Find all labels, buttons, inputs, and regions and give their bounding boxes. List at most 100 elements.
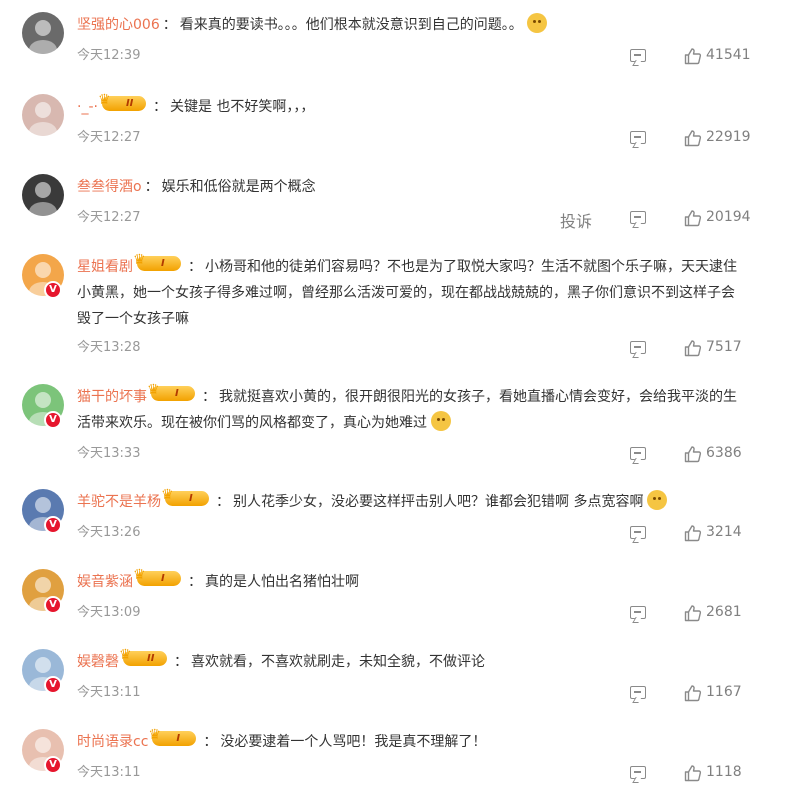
comment-body: 星姐看剧 ♛ I：小杨哥和他的徒弟们容易吗？不也是为了取悦大家吗？生活不就图个乐子嘛… xyxy=(77,252,743,332)
timestamp: 今天13:11 xyxy=(77,765,141,780)
comment-body: 娱磬磬 ♛ II：喜欢就看，不喜欢就刷走，未知全貌，不做评论 xyxy=(77,647,768,675)
level-badge-icon: ♛ I xyxy=(161,488,209,506)
comment-actions: 投诉 20194 xyxy=(500,208,760,232)
thumbs-up-icon[interactable] xyxy=(684,129,702,147)
comment-body: 娱音紫涵 ♛ I：真的是人怕出名猪怕壮啊 xyxy=(77,567,768,595)
level-badge-icon: ♛ II xyxy=(119,648,167,666)
reply-icon[interactable] xyxy=(630,766,646,779)
username-link[interactable]: 羊驼不是羊杨 xyxy=(77,494,161,510)
level-badge-icon: ♛ I xyxy=(148,728,197,746)
comment-body: 坚强的心006：看来真的要读书。。。他们根本就没意识到自己的问题。。 xyxy=(77,12,768,38)
level-badge-icon: ♛ I xyxy=(147,383,195,401)
crown-icon: ♛ xyxy=(148,727,161,743)
thumbs-up-icon[interactable] xyxy=(684,209,702,227)
level-badge-icon: ♛ II xyxy=(98,93,146,111)
username-link[interactable]: 坚强的心006 xyxy=(77,17,160,33)
reply-icon[interactable] xyxy=(630,686,646,699)
comment-line: 时尚语录cc ♛ I：没必要逮着一个人骂吧！我是真不理解了！ xyxy=(77,727,487,750)
avatar[interactable] xyxy=(22,12,64,54)
username-link[interactable]: 叁叁得酒o xyxy=(77,179,142,195)
comment-line: 叁叁得酒o：娱乐和低俗就是两个概念 xyxy=(77,179,316,195)
report-button[interactable]: 投诉 xyxy=(560,208,592,232)
avatar[interactable] xyxy=(22,94,64,136)
thumbs-up-icon[interactable] xyxy=(684,604,702,622)
level-badge-icon: ♛ I xyxy=(133,253,181,271)
like-count: 1167 xyxy=(706,684,742,700)
comment-line: 娱音紫涵 ♛ I：真的是人怕出名猪怕壮啊 xyxy=(77,567,359,590)
thumbs-up-icon[interactable] xyxy=(684,684,702,702)
comment-body: 叁叁得酒o：娱乐和低俗就是两个概念 xyxy=(77,174,768,200)
avatar[interactable] xyxy=(22,174,64,216)
comment-actions: 3214 xyxy=(500,524,760,544)
comment-text: 关键是 也不好笑啊，，， xyxy=(169,99,315,115)
comment-actions: 7517 xyxy=(500,339,760,359)
comment-actions: 1118 xyxy=(500,764,760,784)
reply-icon[interactable] xyxy=(630,211,646,224)
reply-icon[interactable] xyxy=(630,447,646,460)
emoji-icon xyxy=(647,490,668,510)
username-link[interactable]: 娱磬磬 xyxy=(77,654,119,670)
like-count: 1118 xyxy=(706,764,742,780)
crown-icon: ♛ xyxy=(97,92,111,108)
timestamp: 今天13:28 xyxy=(77,340,141,355)
comment-actions: 1167 xyxy=(500,684,760,704)
timestamp: 今天13:11 xyxy=(77,685,141,700)
timestamp: 今天12:27 xyxy=(77,210,141,225)
thumbs-up-icon[interactable] xyxy=(684,524,702,542)
like-count: 22919 xyxy=(706,129,751,145)
reply-icon[interactable] xyxy=(630,606,646,619)
emoji-icon xyxy=(526,13,547,33)
comment-actions: 6386 xyxy=(500,445,760,465)
reply-icon[interactable] xyxy=(630,341,646,354)
level-badge-icon: ♛ I xyxy=(133,568,181,586)
verified-icon: V xyxy=(44,281,62,299)
comment-body: 时尚语录cc ♛ I：没必要逮着一个人骂吧！我是真不理解了！ xyxy=(77,727,768,755)
username-link[interactable]: 时尚语录cc xyxy=(77,734,148,750)
comment-text: 娱乐和低俗就是两个概念 xyxy=(161,179,316,195)
username-link[interactable]: 娱音紫涵 xyxy=(77,574,133,590)
comment-text: 喜欢就看，不喜欢就刷走，未知全貌，不做评论 xyxy=(191,654,485,670)
like-count: 41541 xyxy=(706,47,751,63)
verified-icon: V xyxy=(44,411,62,429)
thumbs-up-icon[interactable] xyxy=(684,764,702,782)
timestamp: 今天13:26 xyxy=(77,525,141,540)
reply-icon[interactable] xyxy=(630,49,646,62)
comment-text: 真的是人怕出名猪怕壮啊 xyxy=(205,574,359,590)
username-link[interactable]: 猫干的坏事 xyxy=(77,389,147,405)
comment-body: ·_-· ♛ II：关键是 也不好笑啊，，， xyxy=(77,93,768,120)
crown-icon: ♛ xyxy=(133,252,146,268)
timestamp: 今天13:33 xyxy=(77,446,141,461)
verified-icon: V xyxy=(44,676,62,694)
comment-body: 羊驼不是羊杨 ♛ I：别人花季少女，没必要这样抨击别人吧？谁都会犯错啊 多点宽容啊 xyxy=(77,488,768,515)
comment-text: 看来真的要读书。。。他们根本就没意识到自己的问题。。 xyxy=(179,17,523,33)
verified-icon: V xyxy=(44,516,62,534)
comment-line: 坚强的心006：看来真的要读书。。。他们根本就没意识到自己的问题。。 xyxy=(77,12,768,38)
comment-line: 羊驼不是羊杨 ♛ I：别人花季少女，没必要这样抨击别人吧？谁都会犯错啊 多点宽容啊 xyxy=(77,488,768,515)
like-count: 20194 xyxy=(706,209,751,225)
thumbs-up-icon[interactable] xyxy=(684,445,702,463)
username-link[interactable]: 星姐看剧 xyxy=(77,259,133,275)
like-count: 6386 xyxy=(706,445,742,461)
comment-list: 坚强的心006：看来真的要读书。。。他们根本就没意识到自己的问题。。 今天12:… xyxy=(0,0,788,793)
verified-icon: V xyxy=(44,596,62,614)
reply-icon[interactable] xyxy=(630,526,646,539)
comment-line: 星姐看剧 ♛ I：小杨哥和他的徒弟们容易吗？不也是为了取悦大家吗？生活不就图个乐子嘛… xyxy=(77,252,737,327)
like-count: 2681 xyxy=(706,604,742,620)
emoji-icon xyxy=(431,411,451,431)
thumbs-up-icon[interactable] xyxy=(684,339,702,357)
username-link[interactable]: ·_-· xyxy=(77,99,98,115)
crown-icon: ♛ xyxy=(147,382,160,398)
verified-icon: V xyxy=(44,756,62,774)
thumbs-up-icon[interactable] xyxy=(684,47,702,65)
comment-line: 娱磬磬 ♛ II：喜欢就看，不喜欢就刷走，未知全貌，不做评论 xyxy=(77,647,485,670)
comment-line: 猫干的坏事 ♛ I：我就挺喜欢小黄的，很开朗很阳光的女孩子，看她直播心情会变好，会给… xyxy=(77,382,737,431)
timestamp: 今天12:39 xyxy=(77,48,141,63)
comment-actions: 2681 xyxy=(500,604,760,624)
comment-text: 别人花季少女，没必要这样抨击别人吧？谁都会犯错啊 多点宽容啊 xyxy=(233,494,644,510)
comment-text: 没必要逮着一个人骂吧！我是真不理解了！ xyxy=(220,734,487,750)
crown-icon: ♛ xyxy=(133,567,146,583)
timestamp: 今天12:27 xyxy=(77,130,141,145)
timestamp: 今天13:09 xyxy=(77,605,141,620)
comment-actions: 22919 xyxy=(500,129,760,149)
reply-icon[interactable] xyxy=(630,131,646,144)
